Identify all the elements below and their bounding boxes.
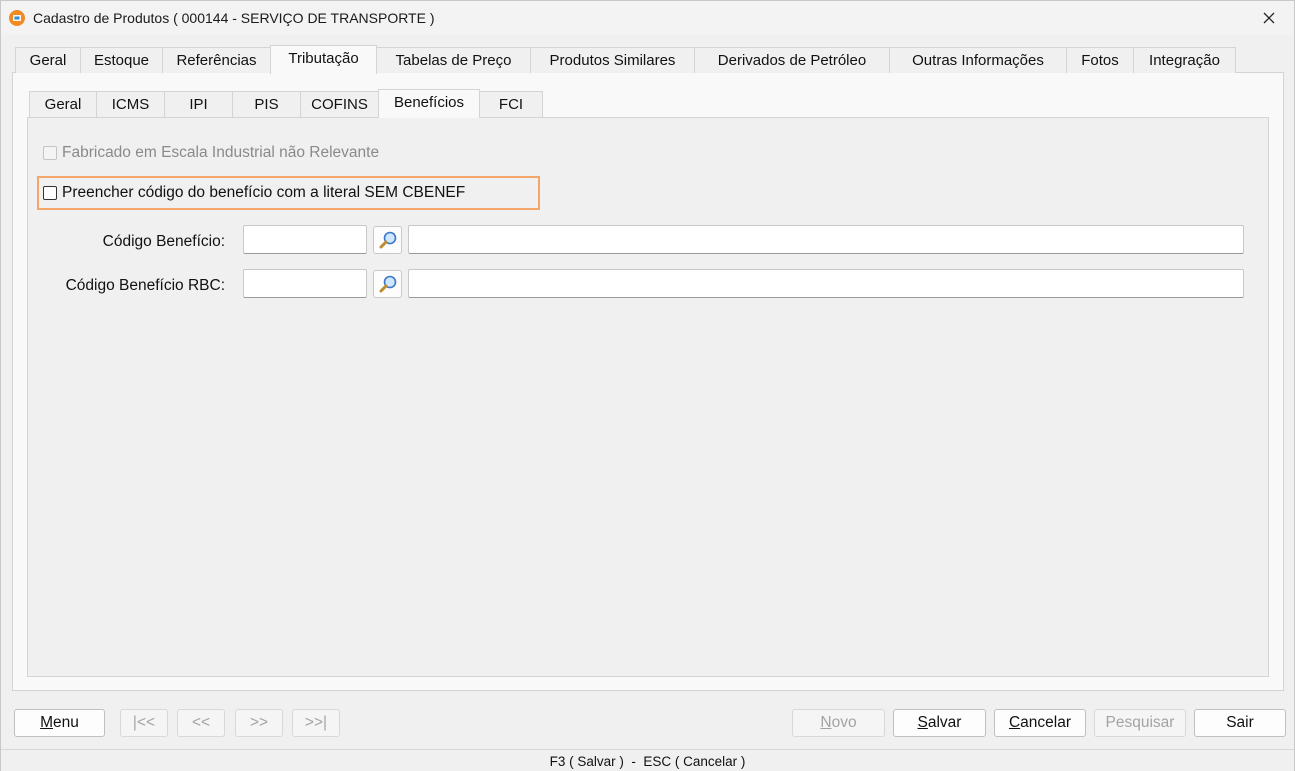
sair-button[interactable]: Sair <box>1194 709 1286 737</box>
status-bar: F3 ( Salvar ) - ESC ( Cancelar ) <box>1 749 1294 771</box>
close-icon <box>1263 12 1275 24</box>
window-title: Cadastro de Produtos ( 000144 - SERVIÇO … <box>33 10 435 26</box>
preencher-sem-cbenef-checkbox-row[interactable]: Preencher código do benefício com a lite… <box>43 184 465 202</box>
tab-referencias[interactable]: Referências <box>162 47 271 73</box>
tab-tabelas-de-preco[interactable]: Tabelas de Preço <box>376 47 531 73</box>
codigo-beneficio-rbc-input[interactable] <box>243 269 367 298</box>
fabricado-escala-checkbox[interactable] <box>43 146 57 160</box>
menu-button[interactable]: Menu <box>14 709 105 737</box>
tab-tributacao[interactable]: Tributação <box>270 45 377 74</box>
codigo-beneficio-rbc-label: Código Benefício RBC: <box>65 277 225 294</box>
subtab-fci[interactable]: FCI <box>479 91 543 117</box>
pesquisar-button[interactable]: Pesquisar <box>1094 709 1186 737</box>
subtab-icms[interactable]: ICMS <box>96 91 165 117</box>
fabricado-escala-checkbox-row[interactable]: Fabricado em Escala Industrial não Relev… <box>43 144 379 162</box>
tab-geral[interactable]: Geral <box>15 47 81 73</box>
first-record-button[interactable]: |<< <box>120 709 168 737</box>
salvar-button[interactable]: Salvar <box>893 709 986 737</box>
codigo-beneficio-label: Código Benefício: <box>102 233 225 250</box>
tab-integracao[interactable]: Integração <box>1133 47 1236 73</box>
inner-tab-strip: Geral ICMS IPI PIS COFINS Benefícios FCI <box>29 89 543 118</box>
magnifier-icon <box>379 275 396 293</box>
next-record-button[interactable]: >> <box>235 709 283 737</box>
cancelar-button[interactable]: Cancelar <box>994 709 1086 737</box>
subtab-cofins[interactable]: COFINS <box>300 91 379 117</box>
close-button[interactable] <box>1252 5 1286 31</box>
subtab-ipi[interactable]: IPI <box>164 91 233 117</box>
subtab-beneficios[interactable]: Benefícios <box>378 89 480 118</box>
preencher-sem-cbenef-label: Preencher código do benefício com a lite… <box>62 184 466 201</box>
tab-estoque[interactable]: Estoque <box>80 47 163 73</box>
codigo-beneficio-input[interactable] <box>243 225 367 254</box>
product-registration-window: Cadastro de Produtos ( 000144 - SERVIÇO … <box>0 0 1295 771</box>
last-record-button[interactable]: >>| <box>292 709 340 737</box>
title-bar: Cadastro de Produtos ( 000144 - SERVIÇO … <box>1 1 1294 35</box>
subtab-geral[interactable]: Geral <box>29 91 97 117</box>
previous-record-button[interactable]: << <box>177 709 225 737</box>
tab-fotos[interactable]: Fotos <box>1066 47 1134 73</box>
novo-button[interactable]: Novo <box>792 709 885 737</box>
preencher-sem-cbenef-checkbox[interactable] <box>43 186 57 200</box>
codigo-beneficio-rbc-lookup-button[interactable] <box>373 270 402 298</box>
tab-outras-informacoes[interactable]: Outras Informações <box>889 47 1067 73</box>
tab-produtos-similares[interactable]: Produtos Similares <box>530 47 695 73</box>
codigo-beneficio-description[interactable] <box>408 225 1244 254</box>
subtab-pis[interactable]: PIS <box>232 91 301 117</box>
tab-derivados-de-petroleo[interactable]: Derivados de Petróleo <box>694 47 890 73</box>
shortcut-hints: F3 ( Salvar ) - ESC ( Cancelar ) <box>549 753 746 769</box>
codigo-beneficio-rbc-description[interactable] <box>408 269 1244 298</box>
fabricado-escala-label: Fabricado em Escala Industrial não Relev… <box>62 144 380 161</box>
app-logo-icon <box>9 10 25 26</box>
magnifier-icon <box>379 231 396 249</box>
outer-tab-strip: Geral Estoque Referências Tributação Tab… <box>15 45 1236 74</box>
codigo-beneficio-lookup-button[interactable] <box>373 226 402 254</box>
